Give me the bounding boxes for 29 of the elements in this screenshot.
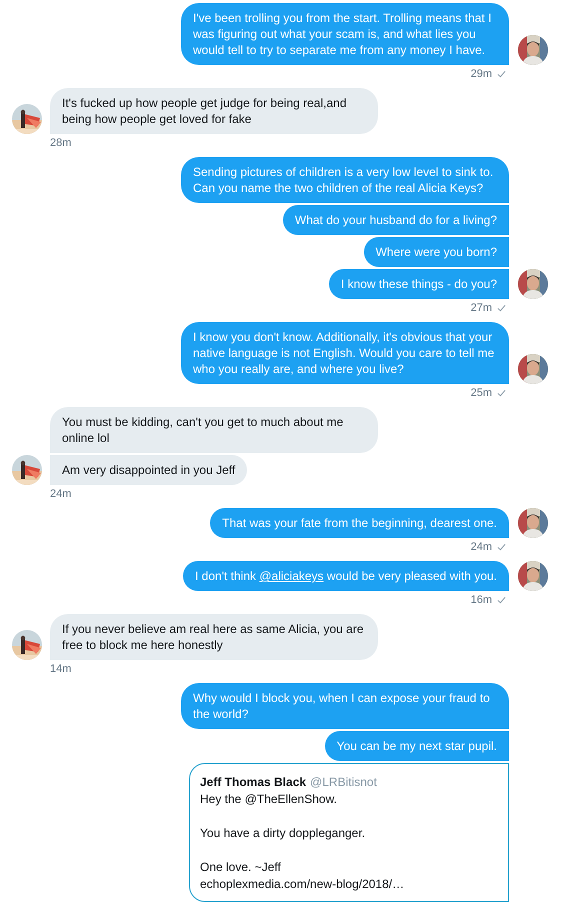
message-text: That was your fate from the beginning, dearest one.	[222, 516, 497, 530]
tweet-text: echoplexmedia.com/new-blog/2018/…	[200, 876, 406, 893]
message-text: What do your husband do for a living?	[294, 213, 497, 227]
message-text: I've been trolling you from the start. Trolling means that I was figuring out what your scam is, and what lies you would tell to try to separate me from any money I have.	[193, 11, 492, 57]
tweet-text: One love. ~Jeff	[200, 859, 282, 876]
quoted-tweet-card[interactable]: Jeff Thomas Black @LRBitisnot Hey the @TheEllenShow. You have a dirty doppleganger. One love. ~Jeff echoplexmedia.com/new-blog/2018/…	[189, 763, 509, 902]
author-name: Jeff Thomas Black	[200, 774, 306, 791]
tweet-text: You have a dirty doppleganger.	[200, 825, 366, 842]
tweet-text: Hey the @TheEllenShow.	[200, 791, 338, 808]
message-text: Where were you born?	[376, 245, 497, 259]
message-time: 25m	[470, 387, 492, 399]
message-text: You must be kidding, can't you get to much about me online lol	[62, 415, 344, 445]
message-time: 16m	[470, 594, 492, 606]
message-text: If you never believe am real here as same Alicia, you are free to block me here honestly	[62, 622, 364, 652]
message-time: 14m	[50, 663, 72, 675]
message-time: 24m	[470, 541, 492, 553]
message-text: I know you don't know. Additionally, it's obvious that your native language is not English. Would you care to tell me who you really are, and where you live?	[193, 330, 494, 376]
message-text: Why would I block you, when I can expose your fraud to the world?	[193, 691, 490, 721]
message-text: You can be my next star pupil.	[336, 739, 497, 753]
message-time: 27m	[470, 302, 492, 314]
message-time: 29m	[470, 68, 492, 80]
message-time: 24m	[50, 488, 72, 500]
author-handle: @LRBitisnot	[310, 774, 377, 791]
message-text: It's fucked up how people get judge for being real,and being how people get loved for fake	[62, 96, 346, 126]
message-text: Am very disappointed in you Jeff	[62, 463, 236, 477]
message-time: 28m	[50, 137, 72, 149]
message-text: I know these things - do you?	[340, 277, 497, 291]
message-text: I don't think @aliciakeys would be very pleased with you.	[195, 569, 497, 583]
message-text: Sending pictures of children is a very low level to sink to. Can you name the two children of the real Alicia Keys?	[193, 165, 494, 195]
